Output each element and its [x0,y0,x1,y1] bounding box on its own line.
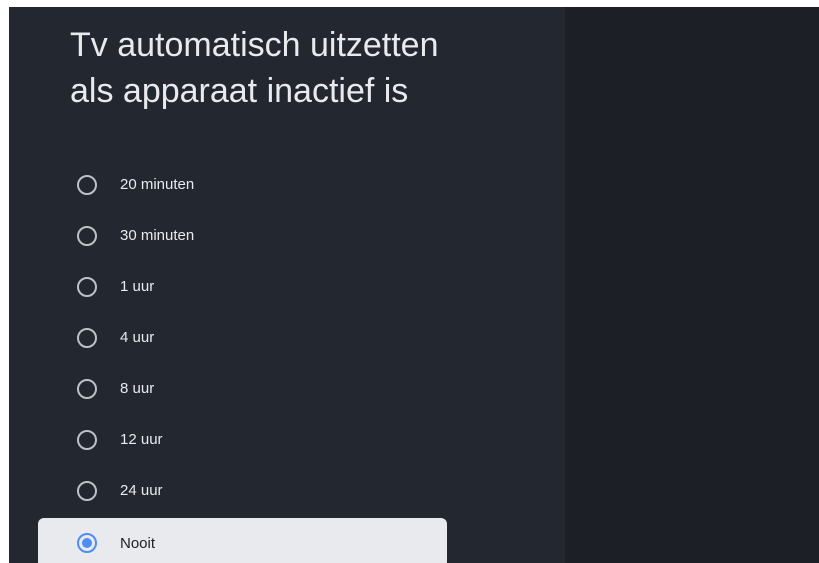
option-1-uur[interactable]: 1 uur [38,261,447,312]
option-label: 1 uur [120,278,155,295]
radio-unchecked-icon [77,276,97,297]
option-4-uur[interactable]: 4 uur [38,312,447,363]
radio-unchecked-icon [77,225,97,246]
option-30-minuten[interactable]: 30 minuten [38,210,447,261]
option-label: 8 uur [120,380,155,397]
option-20-minuten[interactable]: 20 minuten [38,159,447,210]
settings-panel: Tv automatisch uitzetten als apparaat in… [9,7,565,563]
radio-unchecked-icon [77,174,97,195]
radio-unchecked-icon [77,480,97,501]
radio-unchecked-icon [77,429,97,450]
option-label: Nooit [120,534,156,552]
tv-screen: Tv automatisch uitzetten als apparaat in… [9,7,819,563]
option-label: 24 uur [120,482,163,499]
page-title: Tv automatisch uitzetten als apparaat in… [70,26,439,110]
option-nooit[interactable]: Nooit [38,518,447,563]
option-label: 12 uur [120,431,163,448]
radio-unchecked-icon [77,327,97,348]
radio-checked-icon [77,533,97,553]
option-12-uur[interactable]: 12 uur [38,414,447,465]
option-label: 4 uur [120,329,155,346]
timeout-options-list: 20 minuten 30 minuten 1 uur 4 uur 8 uur … [38,159,447,563]
background-area [565,7,819,563]
option-label: 30 minuten [120,227,195,244]
radio-unchecked-icon [77,378,97,399]
option-label: 20 minuten [120,176,195,193]
option-24-uur[interactable]: 24 uur [38,465,447,516]
option-8-uur[interactable]: 8 uur [38,363,447,414]
